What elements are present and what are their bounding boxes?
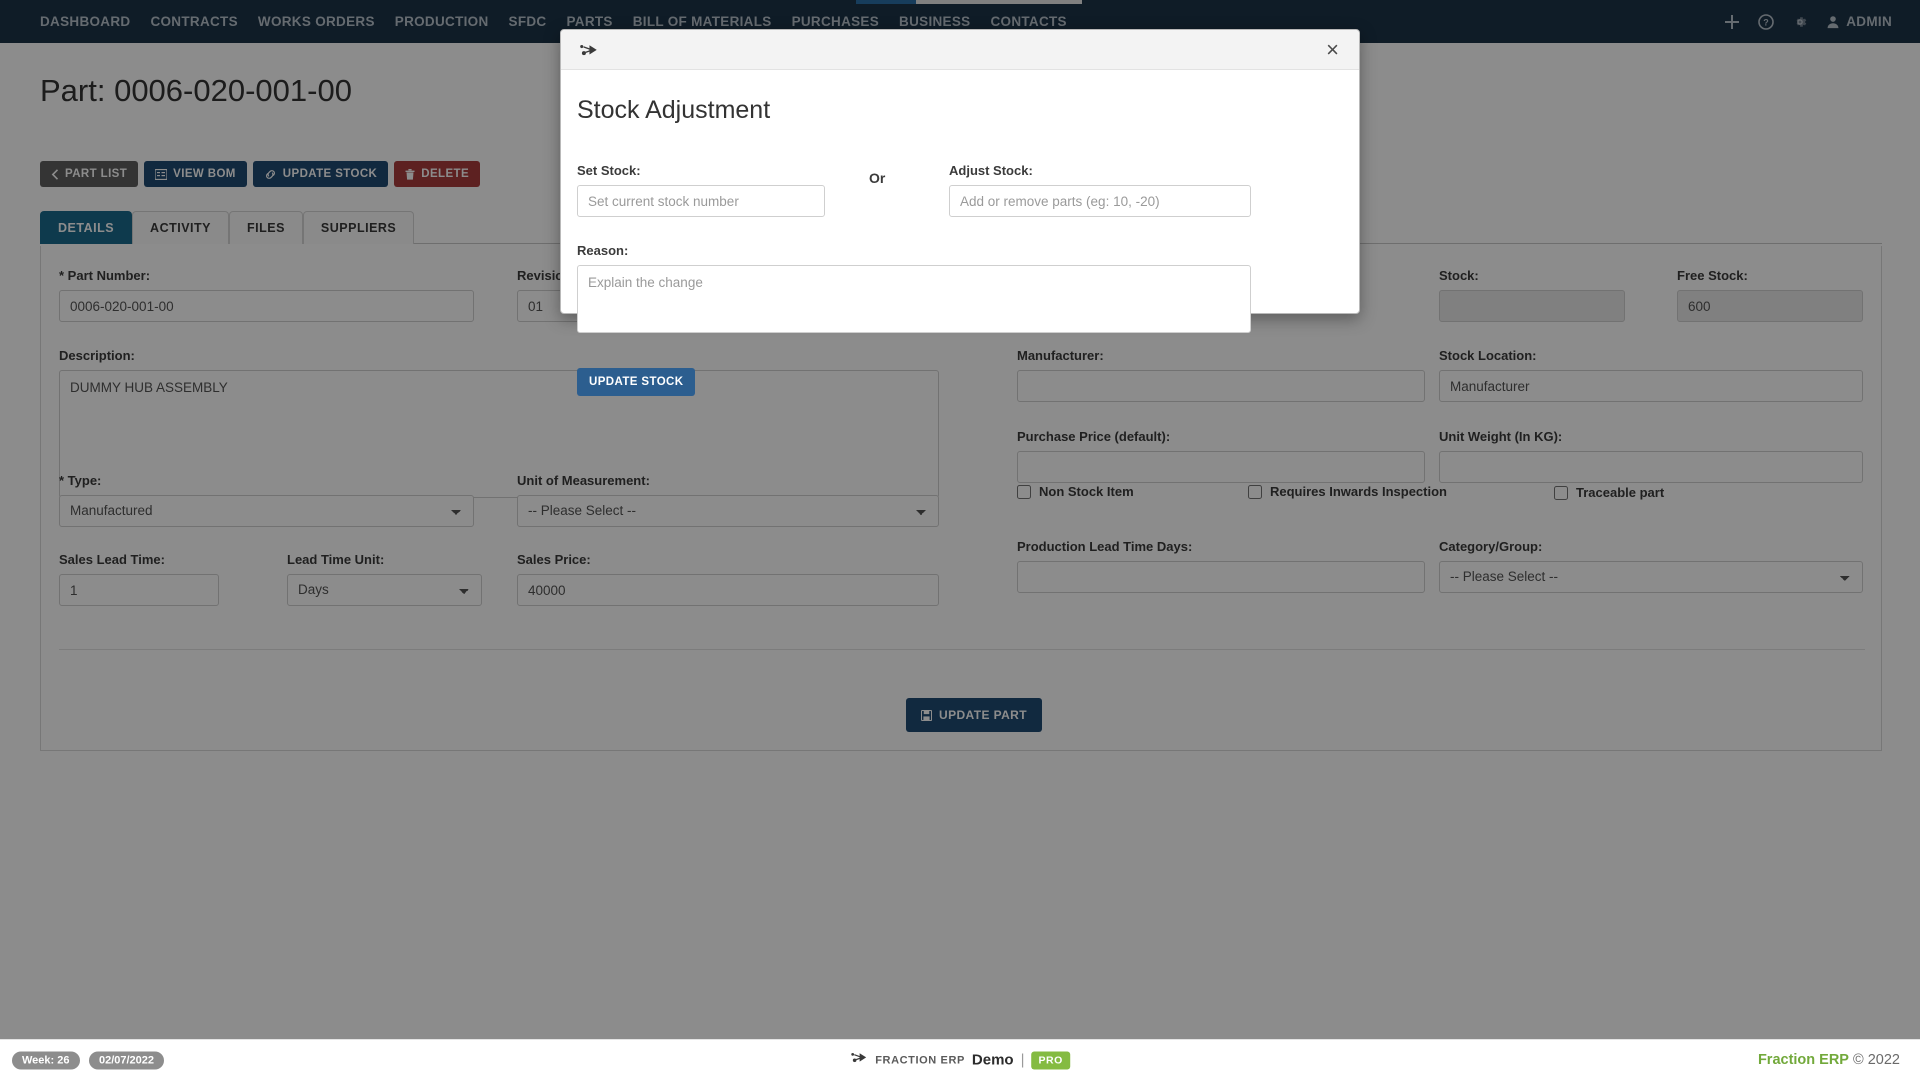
set-stock-label: Set Stock: bbox=[577, 163, 641, 178]
reason-label: Reason: bbox=[577, 243, 629, 258]
footer-separator: | bbox=[1020, 1051, 1025, 1069]
week-badge: Week: 26 bbox=[12, 1051, 80, 1070]
modal-header: × bbox=[561, 30, 1359, 70]
copyright-brand: Fraction ERP bbox=[1757, 1052, 1849, 1068]
modal-update-stock-button[interactable]: UPDATE STOCK bbox=[577, 368, 696, 396]
close-icon[interactable]: × bbox=[1324, 38, 1341, 61]
reason-textarea[interactable] bbox=[577, 265, 1251, 333]
footer-brand-name: FRACTION ERP bbox=[875, 1054, 965, 1066]
footer-copyright: Fraction ERP © 2022 bbox=[1758, 1052, 1900, 1068]
adjust-stock-label: Adjust Stock: bbox=[949, 163, 1033, 178]
set-stock-input[interactable] bbox=[577, 185, 825, 217]
modal-body: Stock Adjustment Set Stock: Or Adjust St… bbox=[561, 70, 1359, 396]
footer-brand: FRACTION ERP Demo | PRO bbox=[850, 1051, 1070, 1070]
date-badge: 02/07/2022 bbox=[88, 1051, 165, 1070]
footer-instance-name: Demo bbox=[971, 1051, 1014, 1069]
plan-badge: PRO bbox=[1031, 1051, 1070, 1069]
stock-adjustment-modal: × Stock Adjustment Set Stock: Or Adjust … bbox=[560, 29, 1360, 396]
footer-badges: Week: 26 02/07/2022 bbox=[12, 1051, 169, 1070]
adjust-stock-input[interactable] bbox=[949, 185, 1251, 217]
or-separator-label: Or bbox=[869, 170, 886, 186]
modal-title: Stock Adjustment bbox=[577, 96, 771, 124]
page-footer: Week: 26 02/07/2022 FRACTION ERP Demo | … bbox=[0, 1039, 1920, 1080]
fraction-erp-logo-icon bbox=[579, 42, 599, 58]
copyright-text: © 2022 bbox=[1853, 1052, 1900, 1068]
fraction-erp-logo-icon-footer bbox=[850, 1051, 868, 1070]
